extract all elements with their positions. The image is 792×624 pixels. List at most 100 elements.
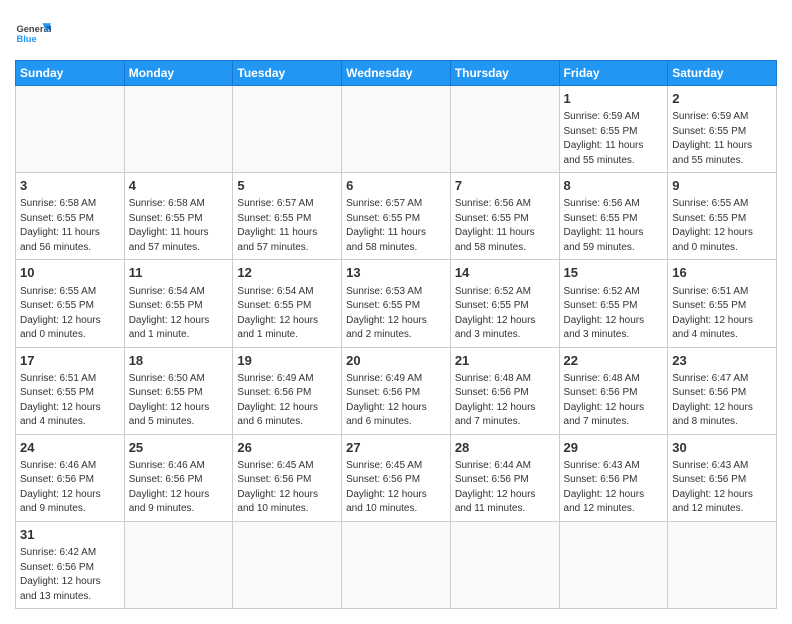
weekday-header-tuesday: Tuesday — [233, 61, 342, 86]
week-row-3: 17Sunrise: 6:51 AM Sunset: 6:55 PM Dayli… — [16, 347, 777, 434]
calendar-cell: 9 Sunrise: 6:55 AM Sunset: 6:55 PM Daylig… — [668, 173, 777, 260]
calendar-cell — [16, 86, 125, 173]
day-info: Sunrise: 6:59 AM Sunset: 6:55 PM Dayligh… — [672, 110, 772, 168]
day-info: Sunrise: 6:43 AM Sunset: 6:56 PM Dayligh… — [672, 459, 772, 517]
day-number: 5 — [237, 177, 337, 195]
day-number: 18 — [129, 352, 229, 370]
day-number: 23 — [672, 352, 772, 370]
calendar-cell: 21 Sunrise: 6:48 AM Sunset: 6:56 PM Dayli… — [450, 347, 559, 434]
calendar-cell: 19 Sunrise: 6:49 AM Sunset: 6:56 PM Dayli… — [233, 347, 342, 434]
day-number: 13 — [346, 264, 446, 282]
calendar-cell: 2 Sunrise: 6:59 AM Sunset: 6:55 PM Daylig… — [668, 86, 777, 173]
week-row-2: 10 Sunrise: 6:55 AM Sunset: 6:55 PM Dayli… — [16, 260, 777, 347]
calendar-cell: 24Sunrise: 6:46 AM Sunset: 6:56 PM Dayli… — [16, 434, 125, 521]
calendar-cell: 20 Sunrise: 6:49 AM Sunset: 6:56 PM Dayli… — [342, 347, 451, 434]
day-number: 25 — [129, 439, 229, 457]
day-number: 8 — [564, 177, 664, 195]
day-info: Sunrise: 6:56 AM Sunset: 6:55 PM Dayligh… — [564, 197, 664, 255]
day-info: Sunrise: 6:42 AM Sunset: 6:56 PM Dayligh… — [20, 546, 120, 604]
day-info: Sunrise: 6:48 AM Sunset: 6:56 PM Dayligh… — [455, 372, 555, 430]
day-info: Sunrise: 6:49 AM Sunset: 6:56 PM Dayligh… — [237, 372, 337, 430]
calendar-cell: 3Sunrise: 6:58 AM Sunset: 6:55 PM Daylig… — [16, 173, 125, 260]
day-number: 28 — [455, 439, 555, 457]
day-info: Sunrise: 6:49 AM Sunset: 6:56 PM Dayligh… — [346, 372, 446, 430]
day-number: 10 — [20, 264, 120, 282]
calendar-cell: 28 Sunrise: 6:44 AM Sunset: 6:56 PM Dayli… — [450, 434, 559, 521]
weekday-header-friday: Friday — [559, 61, 668, 86]
day-info: Sunrise: 6:51 AM Sunset: 6:55 PM Dayligh… — [672, 285, 772, 343]
day-info: Sunrise: 6:59 AM Sunset: 6:55 PM Dayligh… — [564, 110, 664, 168]
calendar-cell — [233, 86, 342, 173]
day-info: Sunrise: 6:55 AM Sunset: 6:55 PM Dayligh… — [20, 285, 120, 343]
calendar-cell: 8 Sunrise: 6:56 AM Sunset: 6:55 PM Daylig… — [559, 173, 668, 260]
day-info: Sunrise: 6:56 AM Sunset: 6:55 PM Dayligh… — [455, 197, 555, 255]
day-number: 16 — [672, 264, 772, 282]
calendar-cell — [559, 521, 668, 608]
day-info: Sunrise: 6:46 AM Sunset: 6:56 PM Dayligh… — [20, 459, 120, 517]
week-row-5: 31 Sunrise: 6:42 AM Sunset: 6:56 PM Dayli… — [16, 521, 777, 608]
weekday-header-saturday: Saturday — [668, 61, 777, 86]
day-number: 3 — [20, 177, 120, 195]
day-number: 30 — [672, 439, 772, 457]
day-number: 6 — [346, 177, 446, 195]
weekday-header-wednesday: Wednesday — [342, 61, 451, 86]
day-info: Sunrise: 6:52 AM Sunset: 6:55 PM Dayligh… — [455, 285, 555, 343]
day-info: Sunrise: 6:46 AM Sunset: 6:56 PM Dayligh… — [129, 459, 229, 517]
day-number: 12 — [237, 264, 337, 282]
calendar-cell: 5 Sunrise: 6:57 AM Sunset: 6:55 PM Daylig… — [233, 173, 342, 260]
calendar-cell: 26Sunrise: 6:45 AM Sunset: 6:56 PM Dayli… — [233, 434, 342, 521]
day-number: 29 — [564, 439, 664, 457]
svg-text:Blue: Blue — [16, 34, 36, 44]
calendar-cell — [450, 521, 559, 608]
calendar-cell — [342, 521, 451, 608]
day-info: Sunrise: 6:45 AM Sunset: 6:56 PM Dayligh… — [237, 459, 337, 517]
calendar-cell — [233, 521, 342, 608]
day-number: 31 — [20, 526, 120, 544]
calendar-cell: 31 Sunrise: 6:42 AM Sunset: 6:56 PM Dayli… — [16, 521, 125, 608]
day-number: 15 — [564, 264, 664, 282]
day-number: 21 — [455, 352, 555, 370]
day-info: Sunrise: 6:43 AM Sunset: 6:56 PM Dayligh… — [564, 459, 664, 517]
day-number: 14 — [455, 264, 555, 282]
week-row-4: 24Sunrise: 6:46 AM Sunset: 6:56 PM Dayli… — [16, 434, 777, 521]
calendar-cell: 6Sunrise: 6:57 AM Sunset: 6:55 PM Daylig… — [342, 173, 451, 260]
calendar-cell: 1Sunrise: 6:59 AM Sunset: 6:55 PM Daylig… — [559, 86, 668, 173]
logo-icon: General Blue — [15, 16, 51, 52]
day-number: 7 — [455, 177, 555, 195]
calendar-cell: 7 Sunrise: 6:56 AM Sunset: 6:55 PM Daylig… — [450, 173, 559, 260]
calendar-cell — [450, 86, 559, 173]
day-info: Sunrise: 6:54 AM Sunset: 6:55 PM Dayligh… — [129, 285, 229, 343]
day-number: 27 — [346, 439, 446, 457]
day-info: Sunrise: 6:57 AM Sunset: 6:55 PM Dayligh… — [237, 197, 337, 255]
day-number: 19 — [237, 352, 337, 370]
day-info: Sunrise: 6:54 AM Sunset: 6:55 PM Dayligh… — [237, 285, 337, 343]
calendar-cell: 15Sunrise: 6:52 AM Sunset: 6:55 PM Dayli… — [559, 260, 668, 347]
weekday-header-sunday: Sunday — [16, 61, 125, 86]
day-number: 9 — [672, 177, 772, 195]
day-info: Sunrise: 6:55 AM Sunset: 6:55 PM Dayligh… — [672, 197, 772, 255]
calendar-cell: 22Sunrise: 6:48 AM Sunset: 6:56 PM Dayli… — [559, 347, 668, 434]
day-info: Sunrise: 6:51 AM Sunset: 6:55 PM Dayligh… — [20, 372, 120, 430]
header: General Blue — [15, 10, 777, 52]
week-row-1: 3 Sunrise: 6:58 AM Sunset: 6:55 PM Daylig… — [16, 173, 777, 260]
calendar-cell: 27Sunrise: 6:45 AM Sunset: 6:56 PM Dayli… — [342, 434, 451, 521]
calendar-cell: 11 Sunrise: 6:54 AM Sunset: 6:55 PM Dayli… — [124, 260, 233, 347]
calendar-cell — [124, 86, 233, 173]
calendar-cell: 17Sunrise: 6:51 AM Sunset: 6:55 PM Dayli… — [16, 347, 125, 434]
weekday-header-monday: Monday — [124, 61, 233, 86]
day-number: 11 — [129, 264, 229, 282]
calendar-cell — [668, 521, 777, 608]
day-info: Sunrise: 6:58 AM Sunset: 6:55 PM Dayligh… — [129, 197, 229, 255]
calendar-cell: 29 Sunrise: 6:43 AM Sunset: 6:56 PM Dayli… — [559, 434, 668, 521]
day-info: Sunrise: 6:53 AM Sunset: 6:55 PM Dayligh… — [346, 285, 446, 343]
calendar-cell: 30 Sunrise: 6:43 AM Sunset: 6:56 PM Dayli… — [668, 434, 777, 521]
day-info: Sunrise: 6:44 AM Sunset: 6:56 PM Dayligh… — [455, 459, 555, 517]
calendar-cell — [342, 86, 451, 173]
day-number: 2 — [672, 90, 772, 108]
day-number: 4 — [129, 177, 229, 195]
day-info: Sunrise: 6:47 AM Sunset: 6:56 PM Dayligh… — [672, 372, 772, 430]
calendar-table: SundayMondayTuesdayWednesdayThursdayFrid… — [15, 60, 777, 609]
calendar-cell: 18 Sunrise: 6:50 AM Sunset: 6:55 PM Dayli… — [124, 347, 233, 434]
day-info: Sunrise: 6:50 AM Sunset: 6:55 PM Dayligh… — [129, 372, 229, 430]
day-number: 20 — [346, 352, 446, 370]
